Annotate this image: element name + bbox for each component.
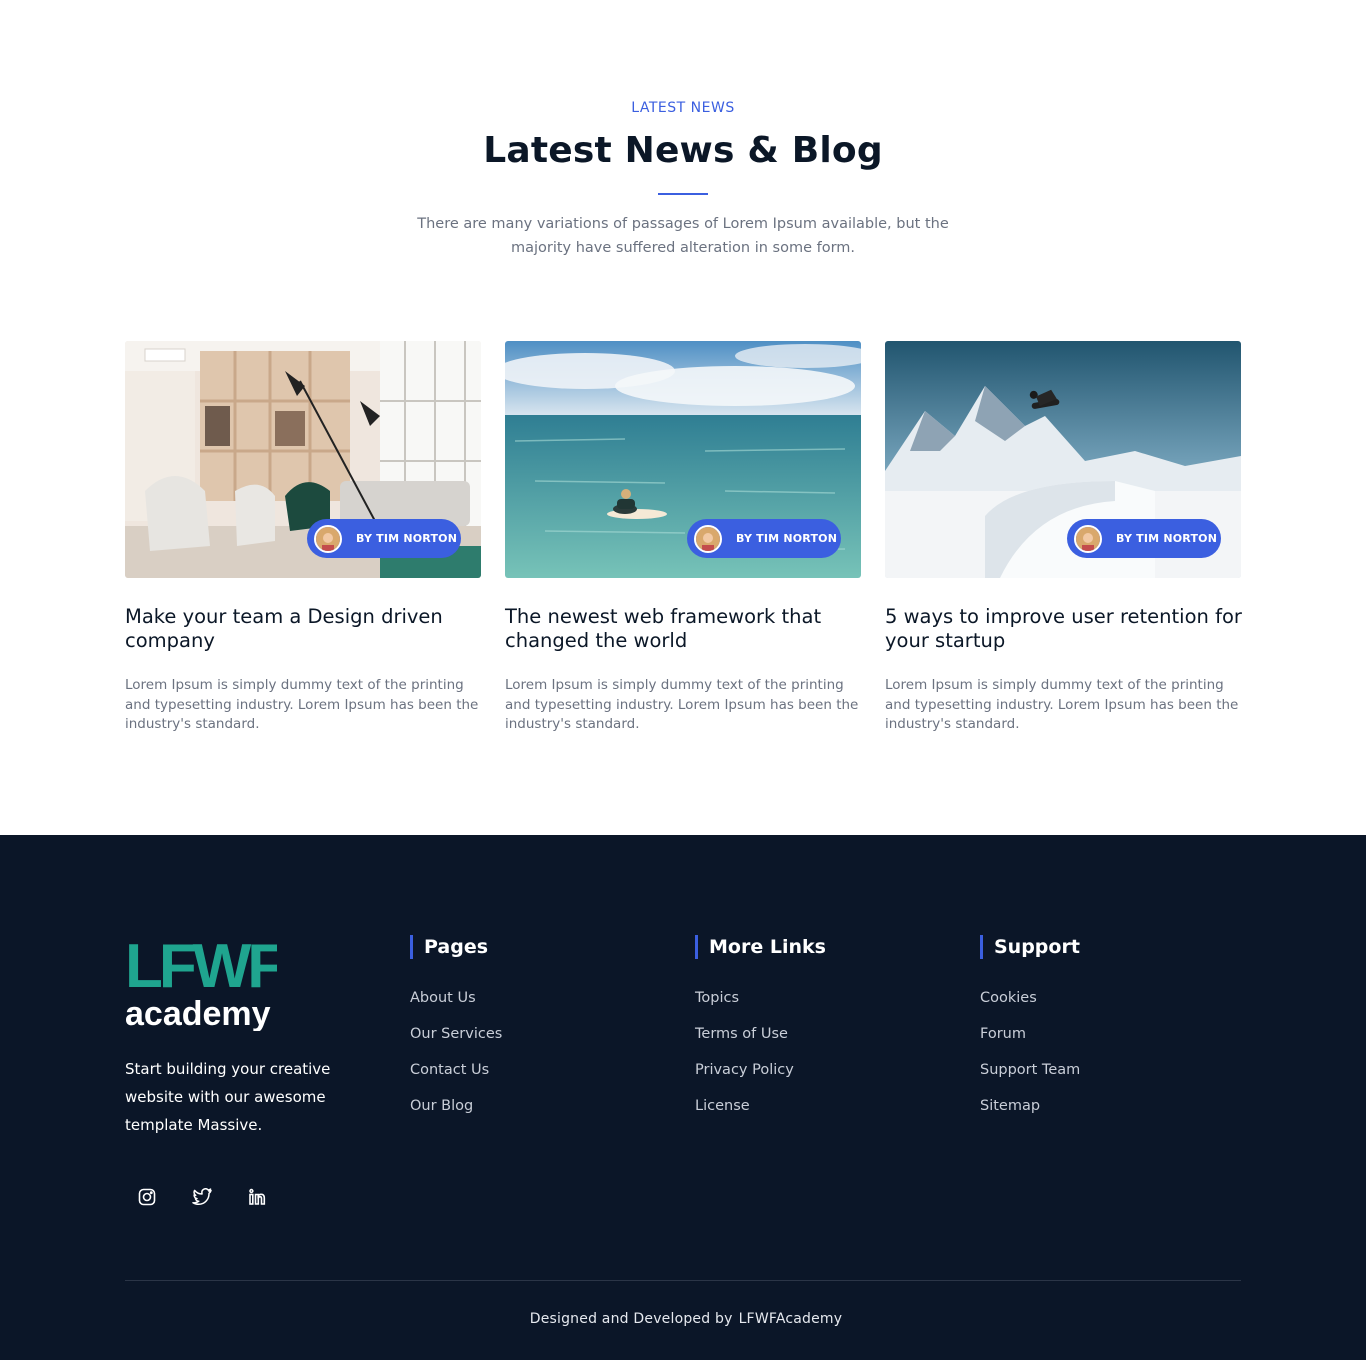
social-links (125, 1180, 290, 1214)
footer-link-forum[interactable]: Forum (980, 1025, 1220, 1061)
blog-card[interactable]: BY TIM NORTON Make your team a Design dr… (125, 341, 481, 732)
blog-card-title[interactable]: 5 ways to improve user retention for you… (885, 605, 1245, 653)
brand-logo[interactable]: LFWF academy (125, 932, 287, 1033)
footer-link-our-services[interactable]: Our Services (410, 1025, 650, 1061)
footer-link-license[interactable]: License (695, 1097, 935, 1133)
footer-link-sitemap[interactable]: Sitemap (980, 1097, 1220, 1133)
latest-news-section: LATEST NEWS Latest News & Blog There are… (0, 0, 1366, 835)
section-title: Latest News & Blog (483, 130, 883, 171)
author-badge[interactable]: BY TIM NORTON (1067, 519, 1221, 558)
blog-card-image[interactable]: BY TIM NORTON (125, 341, 481, 578)
svg-text:academy: academy (125, 995, 271, 1031)
blog-card[interactable]: BY TIM NORTON The newest web framework t… (505, 341, 861, 732)
footer-link-topics[interactable]: Topics (695, 989, 935, 1025)
blog-card-excerpt: Lorem Ipsum is simply dummy text of the … (885, 677, 1239, 732)
linkedin-icon[interactable] (235, 1180, 279, 1214)
author-avatar (694, 524, 722, 553)
title-underline (658, 193, 708, 195)
footer-column-support: Support Cookies Forum Support Team Sitem… (980, 935, 1220, 1133)
footer-link-terms-of-use[interactable]: Terms of Use (695, 1025, 935, 1061)
credit-brand-link[interactable]: LFWFAcademy (739, 1311, 843, 1327)
site-footer: LFWF academy Start building your creativ… (0, 835, 1366, 1360)
credit-prefix: Designed and Developed by (529, 1311, 733, 1327)
footer-column-pages: Pages About Us Our Services Contact Us O… (410, 935, 650, 1133)
twitter-icon[interactable] (180, 1180, 224, 1214)
blog-card-title[interactable]: The newest web framework that changed th… (505, 605, 865, 653)
footer-column-heading: Support (980, 935, 1220, 959)
footer-link-support-team[interactable]: Support Team (980, 1061, 1220, 1097)
footer-link-about-us[interactable]: About Us (410, 989, 650, 1025)
footer-link-contact-us[interactable]: Contact Us (410, 1061, 650, 1097)
author-name: BY TIM NORTON (356, 532, 458, 545)
blog-card[interactable]: BY TIM NORTON 5 ways to improve user ret… (885, 341, 1242, 732)
author-avatar (1074, 524, 1102, 553)
author-name: BY TIM NORTON (736, 532, 838, 545)
footer-link-our-blog[interactable]: Our Blog (410, 1097, 650, 1133)
footer-link-cookies[interactable]: Cookies (980, 989, 1220, 1025)
author-badge[interactable]: BY TIM NORTON (687, 519, 841, 558)
section-intro: There are many variations of passages of… (417, 216, 949, 256)
footer-column-more-links: More Links Topics Terms of Use Privacy P… (695, 935, 935, 1133)
author-name: BY TIM NORTON (1116, 532, 1218, 545)
lfwf-academy-logo: LFWF academy (125, 932, 287, 1033)
blog-card-excerpt: Lorem Ipsum is simply dummy text of the … (505, 677, 859, 732)
footer-divider (125, 1280, 1241, 1281)
svg-text:LFWF: LFWF (125, 935, 277, 1001)
footer-link-privacy-policy[interactable]: Privacy Policy (695, 1061, 935, 1097)
blog-card-image[interactable]: BY TIM NORTON (885, 341, 1241, 578)
section-eyebrow: LATEST NEWS (631, 100, 735, 116)
instagram-icon[interactable] (125, 1180, 169, 1214)
author-badge[interactable]: BY TIM NORTON (307, 519, 461, 558)
author-avatar (314, 524, 342, 553)
footer-tagline: Start building your creative website wit… (125, 1060, 331, 1134)
footer-column-heading: More Links (695, 935, 935, 959)
footer-credit: Designed and Developed by LFWFAcademy (0, 1311, 1366, 1327)
footer-column-heading: Pages (410, 935, 650, 959)
blog-card-image[interactable]: BY TIM NORTON (505, 341, 861, 578)
blog-card-excerpt: Lorem Ipsum is simply dummy text of the … (125, 677, 479, 732)
blog-card-title[interactable]: Make your team a Design driven company (125, 605, 485, 653)
